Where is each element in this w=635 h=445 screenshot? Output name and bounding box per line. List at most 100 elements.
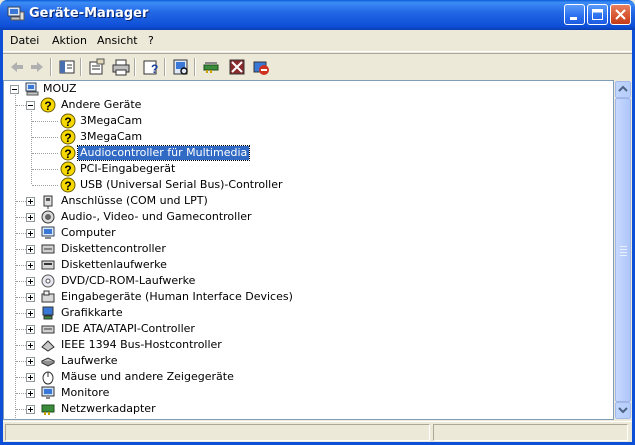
tree-category-label: Eingabegeräte (Human Interface Devices) — [61, 290, 293, 303]
maximize-button[interactable] — [587, 4, 608, 25]
floppy-drive-icon — [40, 257, 56, 273]
tree-category-label: IDE ATA/ATAPI-Controller — [61, 322, 195, 335]
expand-toggle[interactable] — [26, 389, 35, 398]
tree-category-item[interactable]: Mäuse und andere Zeigegeräte — [4, 369, 613, 385]
tree-category-item[interactable]: Netzwerkadapter — [4, 401, 613, 417]
tree-category-item[interactable]: Eingabegeräte (Human Interface Devices) — [4, 289, 613, 305]
collapse-toggle[interactable] — [26, 101, 35, 110]
expand-toggle[interactable] — [26, 261, 35, 270]
tree-category-label: DVD/CD-ROM-Laufwerke — [61, 274, 196, 287]
floppy-controller-icon — [40, 241, 56, 257]
tree-category-item[interactable]: Audio-, Video- und Gamecontroller — [4, 209, 613, 225]
menu-bar: Datei Aktion Ansicht ? — [3, 30, 632, 52]
tree-device-item[interactable]: ? PCI-Eingabegerät — [4, 161, 613, 177]
scan-hardware-icon[interactable] — [171, 57, 191, 77]
port-icon — [40, 193, 56, 209]
uninstall-device-icon[interactable] — [251, 57, 271, 77]
tree-device-item[interactable]: ? USB (Universal Serial Bus)-Controller — [4, 177, 613, 193]
menu-ansicht[interactable]: Ansicht — [97, 34, 138, 47]
expand-toggle[interactable] — [26, 197, 35, 206]
menu-help[interactable]: ? — [148, 34, 154, 47]
vertical-scrollbar[interactable] — [614, 80, 632, 420]
expand-toggle[interactable] — [26, 373, 35, 382]
expand-toggle[interactable] — [26, 325, 35, 334]
tree-device-item-selected[interactable]: ? Audiocontroller für Multimedia — [4, 145, 613, 161]
expand-toggle[interactable] — [26, 277, 35, 286]
tree-category-label: Computer — [61, 226, 116, 239]
tree-category-label: Mäuse und andere Zeigegeräte — [61, 370, 234, 383]
expand-toggle[interactable] — [26, 213, 35, 222]
status-pane — [433, 424, 628, 441]
tree-device-item[interactable]: ? 3MegaCam — [4, 113, 613, 129]
svg-text:?: ? — [44, 99, 51, 113]
tree-category-item[interactable]: Grafikkarte — [4, 305, 613, 321]
tree-device-label: Audiocontroller für Multimedia — [76, 145, 251, 161]
update-driver-icon[interactable] — [201, 57, 221, 77]
tree-category-item[interactable]: IEEE 1394 Bus-Hostcontroller — [4, 337, 613, 353]
expand-toggle[interactable] — [26, 405, 35, 414]
tree-category-label: Laufwerke — [61, 354, 118, 367]
minimize-button[interactable] — [564, 4, 585, 25]
help-icon[interactable]: ? — [141, 57, 161, 77]
tree-category-label: Anschlüsse (COM und LPT) — [61, 194, 208, 207]
tree-category-item[interactable]: Monitore — [4, 385, 613, 401]
properties-icon[interactable] — [87, 57, 107, 77]
status-bar — [3, 421, 632, 442]
scroll-thumb[interactable] — [615, 98, 631, 402]
tree-category-other-devices[interactable]: ? Andere Geräte — [4, 97, 613, 113]
svg-text:?: ? — [64, 147, 71, 161]
show-hide-tree-icon[interactable] — [57, 57, 77, 77]
tree-category-item[interactable]: Laufwerke — [4, 353, 613, 369]
unknown-device-icon: ? — [60, 113, 76, 129]
expand-toggle[interactable] — [26, 245, 35, 254]
cdrom-icon — [40, 273, 56, 289]
menu-aktion[interactable]: Aktion — [52, 34, 87, 47]
toolbar: ? — [3, 53, 632, 80]
expand-toggle[interactable] — [26, 229, 35, 238]
unknown-device-icon: ? — [40, 97, 56, 113]
computer-icon — [24, 81, 40, 97]
toolbar-separator — [50, 58, 52, 76]
unknown-device-icon: ? — [60, 145, 76, 161]
tree-category-label: Diskettencontroller — [61, 242, 166, 255]
toolbar-separator — [164, 58, 166, 76]
scroll-up-button[interactable] — [615, 81, 631, 98]
close-button[interactable] — [610, 4, 631, 25]
scroll-down-button[interactable] — [615, 402, 631, 419]
collapse-toggle[interactable] — [10, 85, 19, 94]
svg-text:?: ? — [151, 62, 158, 76]
status-pane — [5, 424, 430, 441]
tree-device-label: USB (Universal Serial Bus)-Controller — [80, 178, 283, 191]
expand-toggle[interactable] — [26, 293, 35, 302]
menu-datei[interactable]: Datei — [10, 34, 39, 47]
tree-device-label: PCI-Eingabegerät — [80, 162, 176, 175]
speaker-icon — [40, 209, 56, 225]
forward-icon[interactable] — [27, 57, 47, 77]
svg-text:?: ? — [64, 115, 71, 129]
tree-category-label: Diskettenlaufwerke — [61, 258, 167, 271]
unknown-device-icon: ? — [60, 161, 76, 177]
expand-toggle[interactable] — [26, 341, 35, 350]
window-title: Geräte-Manager — [29, 6, 149, 21]
title-bar[interactable]: Geräte-Manager — [0, 0, 635, 30]
tree-category-label: Audio-, Video- und Gamecontroller — [61, 210, 252, 223]
back-icon[interactable] — [7, 57, 27, 77]
tree-category-item[interactable]: Computer — [4, 225, 613, 241]
tree-root-label: MOUZ — [43, 82, 77, 95]
tree-root[interactable]: MOUZ — [4, 81, 613, 97]
network-adapter-icon — [40, 401, 56, 417]
device-manager-icon — [7, 6, 25, 22]
expand-toggle[interactable] — [26, 357, 35, 366]
expand-toggle[interactable] — [26, 309, 35, 318]
tree-category-item[interactable]: Anschlüsse (COM und LPT) — [4, 193, 613, 209]
tree-category-label: Monitore — [61, 386, 110, 399]
toolbar-separator — [194, 58, 196, 76]
tree-category-item[interactable]: Diskettencontroller — [4, 241, 613, 257]
print-icon[interactable] — [111, 57, 131, 77]
device-tree[interactable]: MOUZ ? Andere Geräte ? 3MegaCam ? 3MegaC… — [3, 80, 614, 420]
tree-category-item[interactable]: DVD/CD-ROM-Laufwerke — [4, 273, 613, 289]
tree-device-item[interactable]: ? 3MegaCam — [4, 129, 613, 145]
tree-category-item[interactable]: IDE ATA/ATAPI-Controller — [4, 321, 613, 337]
tree-category-item[interactable]: Diskettenlaufwerke — [4, 257, 613, 273]
disable-device-icon[interactable] — [227, 57, 247, 77]
